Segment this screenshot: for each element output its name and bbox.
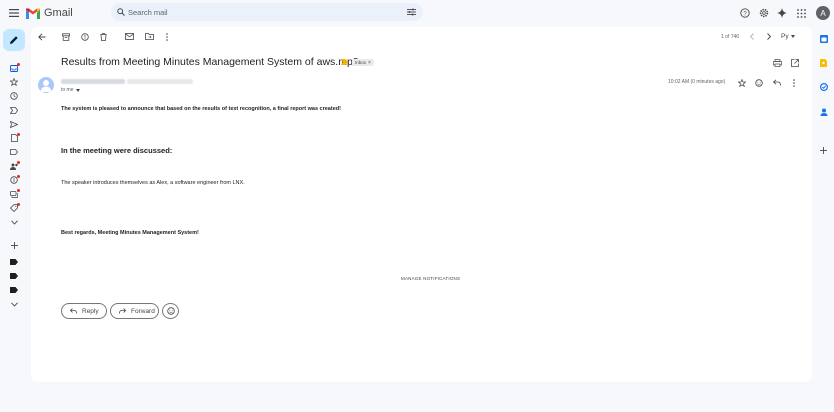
tasks-icon[interactable] — [818, 81, 829, 92]
reply-icon — [70, 308, 77, 314]
drafts-unread-dot — [17, 133, 20, 136]
add-label-plus-icon[interactable] — [9, 240, 19, 250]
input-language-selector[interactable]: Py — [781, 33, 795, 40]
search-icon[interactable] — [115, 6, 127, 18]
newer-chevron-icon[interactable] — [747, 31, 757, 42]
account-avatar[interactable]: A — [816, 6, 830, 20]
mark-unread-icon[interactable] — [124, 31, 135, 42]
email-subject: Results from Meeting Minutes Management … — [61, 56, 359, 68]
recipient-line[interactable]: to me — [61, 87, 80, 93]
search-options-icon[interactable] — [405, 6, 417, 18]
label-tag-icon[interactable] — [9, 271, 19, 281]
people-unread-dot — [17, 161, 20, 164]
pagination-count: 1 of 746 — [721, 34, 740, 40]
pencil-icon — [10, 36, 18, 44]
reply-label: Reply — [82, 307, 99, 315]
email-timestamp: 10:02 AM (0 minutes ago) — [668, 79, 726, 85]
delete-trash-icon[interactable] — [98, 31, 109, 42]
email-intro-text: The system is pleased to announce that b… — [61, 106, 341, 112]
manage-notifications-link[interactable]: MANAGE NOTIFICATIONS — [401, 276, 460, 281]
label-icon[interactable] — [9, 147, 19, 157]
reply-button[interactable]: Reply — [61, 303, 107, 319]
snoozed-clock-icon[interactable] — [9, 91, 19, 101]
email-signature: Best regards, Meeting Minutes Management… — [61, 230, 199, 236]
add-reaction-icon[interactable] — [753, 77, 764, 88]
gmail-logo[interactable]: Gmail — [26, 7, 73, 19]
sent-icon[interactable] — [9, 119, 19, 129]
sender-name-redacted — [61, 79, 125, 84]
report-spam-icon[interactable] — [79, 31, 90, 42]
label-tag-icon[interactable] — [9, 257, 19, 267]
back-arrow-icon[interactable] — [36, 31, 47, 42]
smiley-icon — [166, 307, 175, 315]
email-section-heading: In the meeting were discussed: — [61, 146, 173, 155]
label-tag-icon[interactable] — [9, 285, 19, 295]
starred-icon[interactable] — [9, 77, 19, 87]
important-marker-icon[interactable] — [340, 58, 349, 66]
keep-notes-icon[interactable] — [818, 57, 829, 68]
recipient-text: to me — [61, 87, 74, 93]
apps-grid-icon[interactable] — [795, 7, 807, 19]
email-summary-text: The speaker introduces themselves as Ale… — [61, 180, 245, 186]
sender-email-redacted — [127, 79, 193, 84]
move-to-folder-icon[interactable] — [144, 31, 155, 42]
inbox-unread-dot — [17, 63, 20, 66]
contacts-icon[interactable] — [818, 106, 829, 117]
star-icon[interactable] — [736, 77, 747, 88]
forward-icon — [119, 308, 126, 314]
gmail-wordmark: Gmail — [44, 7, 73, 19]
info-unread-dot — [17, 175, 20, 178]
get-addons-plus-icon[interactable] — [818, 145, 829, 156]
dropdown-caret-icon — [790, 35, 795, 38]
open-in-new-window-icon[interactable] — [789, 57, 800, 68]
inbox-label-chip[interactable]: Inbox × — [352, 59, 374, 66]
older-chevron-icon[interactable] — [764, 31, 774, 42]
more-labels-chevron-icon[interactable] — [9, 299, 19, 309]
message-more-icon[interactable] — [788, 77, 799, 88]
promotions-unread-dot — [17, 203, 20, 206]
calendar-icon[interactable] — [818, 33, 829, 44]
more-options-icon[interactable] — [161, 31, 172, 42]
gemini-sparkle-icon[interactable] — [776, 7, 788, 19]
inbox-label-text: Inbox — [355, 60, 367, 65]
sender-avatar[interactable] — [38, 77, 54, 93]
main-menu-icon[interactable] — [7, 6, 21, 20]
forward-button[interactable]: Forward — [110, 303, 159, 319]
archive-icon[interactable] — [60, 31, 71, 42]
emoji-reaction-button[interactable] — [162, 303, 179, 319]
show-details-caret-icon[interactable] — [75, 88, 80, 92]
compose-button[interactable] — [3, 29, 25, 51]
settings-gear-icon[interactable] — [758, 7, 770, 19]
support-icon[interactable]: ? — [739, 7, 751, 19]
search-input[interactable] — [128, 6, 388, 18]
important-icon[interactable] — [9, 105, 19, 115]
more-chevron-icon[interactable] — [9, 217, 19, 227]
reply-arrow-icon[interactable] — [771, 77, 782, 88]
forward-label: Forward — [131, 307, 155, 315]
input-language-label: Py — [781, 33, 789, 40]
print-icon[interactable] — [772, 57, 783, 68]
search-bar[interactable] — [111, 3, 423, 21]
gmail-m-icon — [26, 8, 40, 19]
forums-unread-dot — [17, 189, 20, 192]
remove-label-icon[interactable]: × — [368, 60, 371, 66]
